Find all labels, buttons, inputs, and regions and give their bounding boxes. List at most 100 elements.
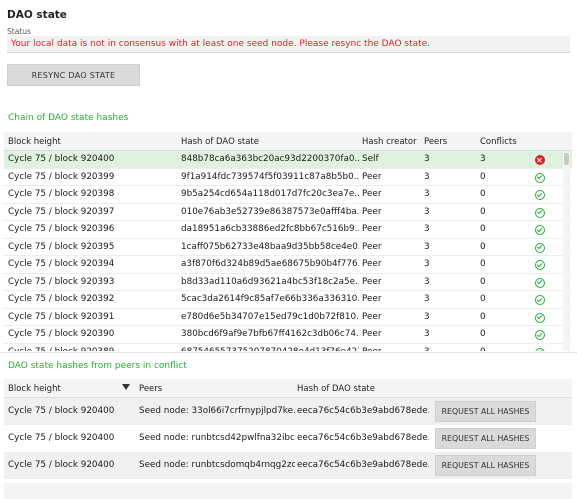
hash-creator-cell: Peer <box>362 241 382 252</box>
table-row[interactable]: Cycle 75 / block 920390 380bcd6f9af9e7bfb… <box>4 326 572 344</box>
peers-cell: 3 <box>424 154 430 164</box>
column-header-conflicts[interactable]: Conflicts <box>480 137 530 147</box>
block-height-cell: Cycle 75 / block 920400 <box>8 154 115 164</box>
resync-dao-state-button[interactable]: RESYNC DAO STATE <box>7 64 140 86</box>
hash-creator-cell: Peer <box>362 294 382 304</box>
column-header-block-height[interactable]: Block height <box>8 384 61 394</box>
peer-cell: Seed node: runbtcsdomqb4rnqg2zo... <box>139 460 295 470</box>
block-height-cell: Cycle 75 / block 920400 <box>8 406 115 416</box>
conflicts-cell: 0 <box>480 347 530 352</box>
table-row[interactable]: Cycle 75 / block 920397 010e76ab3e52739e8… <box>4 204 572 221</box>
block-height-cell: Cycle 75 / block 920395 <box>8 241 115 252</box>
scrollbar-thumb[interactable] <box>564 153 569 165</box>
peers-cell: 3 <box>424 276 430 287</box>
status-icon-cell <box>535 259 549 273</box>
hash-creator-cell: Peer <box>362 329 382 339</box>
column-header-block-height[interactable]: Block height <box>8 137 168 147</box>
check-icon <box>535 295 545 305</box>
conflicts-cell: 0 <box>480 189 486 199</box>
peers-cell: 3 <box>424 241 430 252</box>
table-footer <box>4 483 572 499</box>
check-icon <box>535 242 545 253</box>
request-all-hashes-button[interactable]: REQUEST ALL HASHES <box>435 428 536 449</box>
peers-cell: 3 <box>424 294 430 304</box>
error-icon <box>535 155 545 165</box>
block-height-cell: Cycle 75 / block 920398 <box>8 189 115 199</box>
block-height-cell: Cycle 75 / block 920389 <box>8 347 168 352</box>
peers-cell: 3 <box>424 224 430 234</box>
peers-cell: 3 <box>424 347 474 352</box>
conflicts-cell: 0 <box>480 241 486 252</box>
conflicts-cell: 0 <box>480 171 486 182</box>
sort-descending-icon[interactable] <box>122 384 130 390</box>
table-row[interactable]: Cycle 75 / block 920398 9b5a254cd654a118d… <box>4 186 572 204</box>
check-icon <box>535 347 545 351</box>
hash-cell: 687546557375207870428e4d13f76e427... <box>181 347 359 352</box>
check-icon <box>535 277 545 288</box>
status-icon-cell <box>535 224 549 238</box>
column-header-hash[interactable]: Hash of DAO state <box>297 384 375 394</box>
hash-creator-cell: Peer <box>362 259 382 269</box>
hash-cell: 5cac3da2614f9c85af7e66b336a336310... <box>181 294 359 304</box>
table-row[interactable]: Cycle 75 / block 920394 a3f870f6d324b89d5… <box>4 256 572 274</box>
block-height-cell: Cycle 75 / block 920397 <box>8 206 115 217</box>
block-height-cell: Cycle 75 / block 920396 <box>8 224 115 234</box>
table-row[interactable]: Cycle 75 / block 920395 1caff075b62733e48… <box>4 239 572 256</box>
hash-creator-cell: Peer <box>362 206 382 217</box>
status-icon-cell <box>535 312 549 326</box>
table-row[interactable]: Cycle 75 / block 920400 Seed node: runbtc… <box>4 452 572 479</box>
table-row[interactable]: Cycle 75 / block 920399 9f1a914fdc739574f… <box>4 169 572 186</box>
table-row[interactable]: Cycle 75 / block 920393 b8d33ad110a6d9362… <box>4 274 572 291</box>
table-header: Block height Hash of DAO state Hash crea… <box>4 132 572 151</box>
table-header: Block height Peers Hash of DAO state <box>4 379 572 398</box>
status-icon-cell <box>535 277 549 291</box>
peers-cell: 3 <box>424 171 430 182</box>
status-icon-cell <box>535 347 549 351</box>
check-icon <box>535 225 545 235</box>
hash-cell: da18951a6cb33886ed2fc8bb67c516b9... <box>181 224 359 234</box>
table-row[interactable]: Cycle 75 / block 920400 Seed node: 33ol66… <box>4 398 572 425</box>
status-box: Your local data is not in consensus with… <box>7 36 570 53</box>
hash-creator-cell: Peer <box>362 189 382 199</box>
conflicts-cell: 0 <box>480 276 486 287</box>
peers-cell: 3 <box>424 206 430 217</box>
status-label: Status <box>7 27 31 36</box>
table-row[interactable]: Cycle 75 / block 920400 Seed node: runbtc… <box>4 425 572 452</box>
peers-cell: 3 <box>424 329 430 339</box>
conflict-section-title: DAO state hashes from peers in conflict <box>8 361 187 371</box>
conflicts-cell: 0 <box>480 206 486 217</box>
check-icon <box>535 312 545 323</box>
check-icon <box>535 207 545 218</box>
status-message: Your local data is not in consensus with… <box>11 39 431 49</box>
block-height-cell: Cycle 75 / block 920391 <box>8 311 115 322</box>
column-header-peers[interactable]: Peers <box>139 384 162 394</box>
hash-cell: eeca76c54c6b3e9abd678ede... <box>297 433 429 443</box>
table-scrollbar[interactable] <box>563 151 570 351</box>
block-height-cell: Cycle 75 / block 920399 <box>8 171 115 182</box>
table-row[interactable]: Cycle 75 / block 920400 848b78ca6a363bc20… <box>4 151 572 169</box>
hash-creator-cell: Peer <box>362 347 422 352</box>
status-icon-cell <box>535 207 549 221</box>
hash-creator-cell: Peer <box>362 224 382 234</box>
status-icon-cell <box>535 294 549 308</box>
hash-cell: 1caff075b62733e48baa9d35bb58ce4e0... <box>181 241 359 252</box>
status-icon-cell <box>535 172 549 186</box>
hash-cell: e780d6e5b34707e15ed79c1d0b72f810... <box>181 311 359 322</box>
column-header-peers[interactable]: Peers <box>424 137 474 147</box>
request-all-hashes-button[interactable]: REQUEST ALL HASHES <box>435 455 536 476</box>
table-row[interactable]: Cycle 75 / block 920396 da18951a6cb33886e… <box>4 221 572 239</box>
column-header-hash[interactable]: Hash of DAO state <box>181 137 359 147</box>
request-all-hashes-button[interactable]: REQUEST ALL HASHES <box>435 401 536 422</box>
table-row[interactable]: Cycle 75 / block 920391 e780d6e5b34707e15… <box>4 309 572 326</box>
dao-state-hash-table: Block height Hash of DAO state Hash crea… <box>4 132 572 351</box>
table-row[interactable]: Cycle 75 / block 920392 5cac3da2614f9c85a… <box>4 291 572 309</box>
block-height-cell: Cycle 75 / block 920400 <box>8 460 115 470</box>
check-icon <box>535 260 545 270</box>
check-icon <box>535 330 545 340</box>
table-row[interactable]: Cycle 75 / block 920389 68754655737520787… <box>4 344 572 352</box>
block-height-cell: Cycle 75 / block 920390 <box>8 329 115 339</box>
conflicts-cell: 0 <box>480 329 486 339</box>
block-height-cell: Cycle 75 / block 920394 <box>8 259 115 269</box>
hash-creator-cell: Peer <box>362 276 382 287</box>
column-header-hash-creator[interactable]: Hash creator <box>362 137 422 147</box>
